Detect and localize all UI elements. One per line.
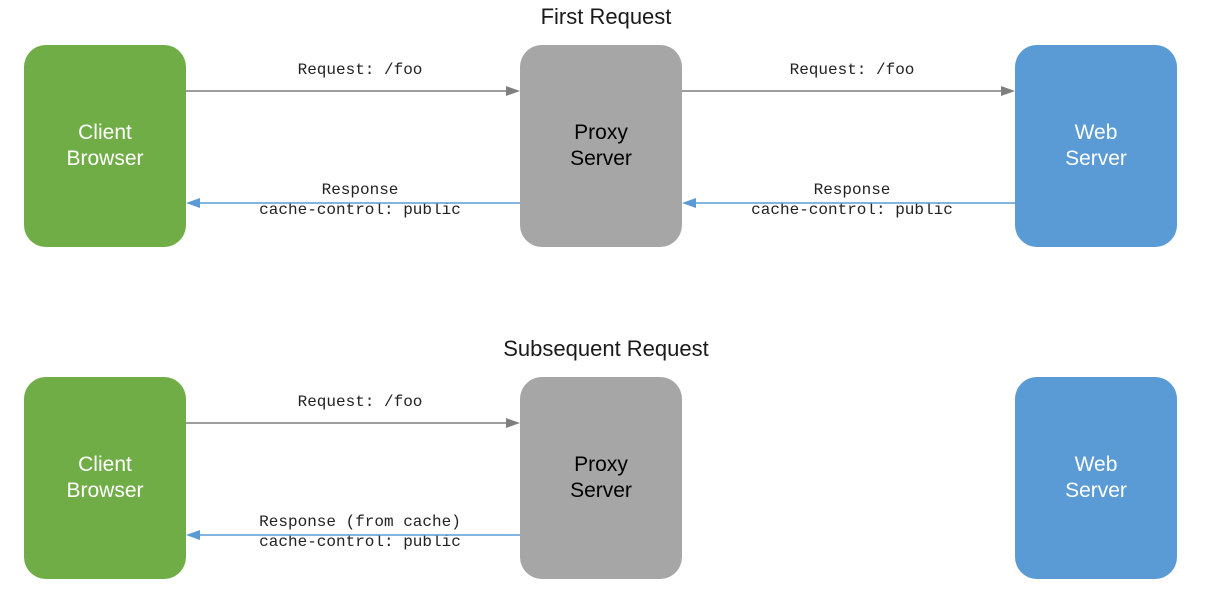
node-proxy-first-line2: Server [570, 146, 632, 172]
node-web-subsequent-line1: Web [1075, 452, 1118, 478]
arrow-resp-web-proxy-first [682, 196, 1015, 210]
node-web-first-line2: Server [1065, 146, 1127, 172]
node-web-first-line1: Web [1075, 120, 1118, 146]
node-client-first-line2: Browser [66, 146, 143, 172]
node-proxy-subsequent-line1: Proxy [574, 452, 628, 478]
node-proxy-first: Proxy Server [520, 45, 682, 247]
node-client-subsequent: Client Browser [24, 377, 186, 579]
section-title-first: First Request [541, 4, 672, 30]
arrow-req-client-proxy-sub [186, 416, 520, 430]
arrow-resp-proxy-client-sub [186, 528, 520, 542]
arrow-label-req-proxy-web-first: Request: /foo [790, 60, 915, 80]
arrow-req-client-proxy-first [186, 84, 520, 98]
node-client-subsequent-line2: Browser [66, 478, 143, 504]
node-web-subsequent: Web Server [1015, 377, 1177, 579]
section-title-subsequent: Subsequent Request [503, 336, 709, 362]
node-client-subsequent-line1: Client [78, 452, 132, 478]
node-proxy-subsequent: Proxy Server [520, 377, 682, 579]
node-client-first-line1: Client [78, 120, 132, 146]
node-proxy-subsequent-line2: Server [570, 478, 632, 504]
node-web-first: Web Server [1015, 45, 1177, 247]
node-client-first: Client Browser [24, 45, 186, 247]
node-proxy-first-line1: Proxy [574, 120, 628, 146]
arrow-req-proxy-web-first [682, 84, 1015, 98]
arrow-label-req-client-proxy-first: Request: /foo [298, 60, 423, 80]
arrow-label-req-client-proxy-sub: Request: /foo [298, 392, 423, 412]
node-web-subsequent-line2: Server [1065, 478, 1127, 504]
arrow-resp-proxy-client-first [186, 196, 520, 210]
diagram-canvas: First Request Client Browser Proxy Serve… [0, 0, 1213, 613]
